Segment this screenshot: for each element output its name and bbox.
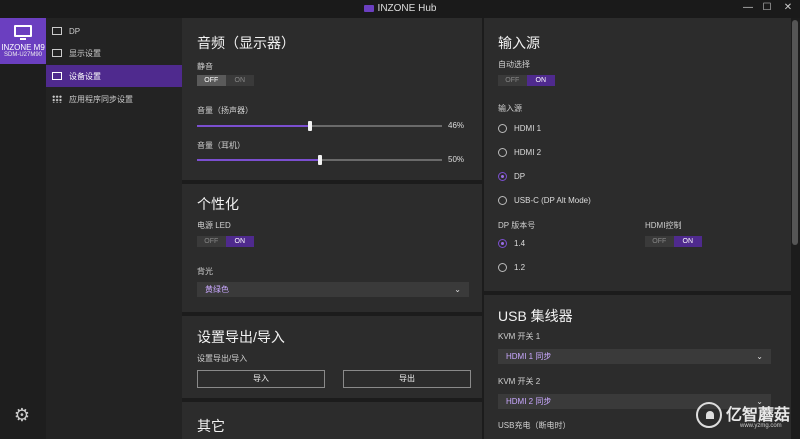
other-panel — [182, 402, 482, 439]
scrollbar[interactable] — [792, 20, 798, 245]
headphone-volume-label: 音量（耳机） — [197, 141, 245, 150]
window-title: INZONE Hub — [0, 3, 800, 14]
other-heading: 其它 — [197, 418, 225, 434]
chevron-down-icon: ⌄ — [454, 285, 461, 294]
mute-label: 静音 — [197, 62, 213, 71]
hdmi-control-label: HDMI控制 — [645, 221, 682, 230]
watermark: 亿智蘑菇 www.yzmg.com — [696, 399, 800, 439]
display-icon — [52, 72, 62, 80]
device-rail: INZONE M9 SDM-U27M90 ⚙ — [0, 18, 46, 439]
auto-select-toggle[interactable]: OFF ON — [498, 75, 555, 86]
chevron-down-icon: ⌄ — [756, 352, 763, 361]
source-list-label: 输入源 — [498, 104, 522, 113]
gear-icon[interactable]: ⚙ — [12, 405, 32, 425]
image-icon — [52, 49, 62, 57]
headphone-volume-value: 50% — [448, 155, 465, 164]
mute-toggle[interactable]: OFF ON — [197, 75, 254, 86]
speaker-volume-value: 46% — [448, 121, 465, 130]
radio-dp[interactable]: DP — [498, 172, 525, 181]
radio-dp-1-4[interactable]: 1.4 — [498, 239, 525, 248]
nav-item-device[interactable]: 设备设置 — [46, 65, 182, 87]
settings-nav: DP 显示设置 设备设置 应用程序同步设置 — [46, 18, 182, 439]
headphone-volume-knob[interactable] — [317, 155, 322, 165]
radio-hdmi2[interactable]: HDMI 2 — [498, 148, 541, 157]
input-source-heading: 输入源 — [498, 35, 540, 51]
personalize-heading: 个性化 — [197, 196, 239, 212]
export-sub-label: 设置导出/导入 — [197, 354, 248, 363]
dp-version-label: DP 版本号 — [498, 221, 536, 230]
headphone-volume-slider[interactable] — [197, 155, 442, 165]
radio-dp-1-2[interactable]: 1.2 — [498, 263, 525, 272]
grid-icon — [52, 95, 62, 103]
radio-usb-c[interactable]: USB-C (DP Alt Mode) — [498, 196, 591, 205]
usb-charge-label: USB充电（断电时） — [498, 421, 571, 430]
import-button[interactable]: 导入 — [197, 370, 325, 388]
hdmi-control-toggle[interactable]: OFF ON — [645, 236, 702, 247]
minimize-button[interactable]: — — [741, 2, 755, 13]
nav-item-display[interactable]: 显示设置 — [46, 42, 182, 64]
power-led-toggle[interactable]: OFF ON — [197, 236, 254, 247]
device-tile[interactable]: INZONE M9 SDM-U27M90 — [0, 18, 46, 64]
input-indicator: DP — [46, 20, 182, 42]
maximize-button[interactable]: ☐ — [760, 2, 774, 13]
speaker-volume-fill — [197, 125, 310, 127]
auto-select-label: 自动选择 — [498, 60, 530, 69]
title-bar: INZONE Hub — ☐ ✕ — [0, 0, 800, 18]
kvm1-label: KVM 开关 1 — [498, 332, 541, 341]
device-name: INZONE M9 — [1, 43, 45, 52]
mushroom-logo-icon — [696, 402, 722, 428]
audio-heading: 音频（显示器） — [197, 35, 295, 51]
app-logo-icon — [363, 5, 374, 12]
monitor-icon — [14, 25, 32, 40]
speaker-volume-knob[interactable] — [307, 121, 312, 131]
backlight-label: 背光 — [197, 267, 213, 276]
export-button[interactable]: 导出 — [343, 370, 471, 388]
speaker-volume-label: 音量（扬声器） — [197, 106, 253, 115]
kvm1-select[interactable]: HDMI 1 同步 ⌄ — [498, 349, 771, 364]
close-button[interactable]: ✕ — [781, 2, 795, 13]
nav-item-app-sync[interactable]: 应用程序同步设置 — [46, 88, 182, 110]
speaker-volume-slider[interactable] — [197, 121, 442, 131]
export-heading: 设置导出/导入 — [197, 329, 285, 345]
device-model: SDM-U27M90 — [3, 52, 42, 58]
input-icon — [52, 27, 62, 35]
headphone-volume-fill — [197, 159, 320, 161]
usb-hub-heading: USB 集线器 — [498, 308, 573, 324]
power-led-label: 电源 LED — [197, 221, 231, 230]
kvm2-label: KVM 开关 2 — [498, 377, 541, 386]
radio-hdmi1[interactable]: HDMI 1 — [498, 124, 541, 133]
backlight-select[interactable]: 黄绿色 ⌄ — [197, 282, 469, 297]
